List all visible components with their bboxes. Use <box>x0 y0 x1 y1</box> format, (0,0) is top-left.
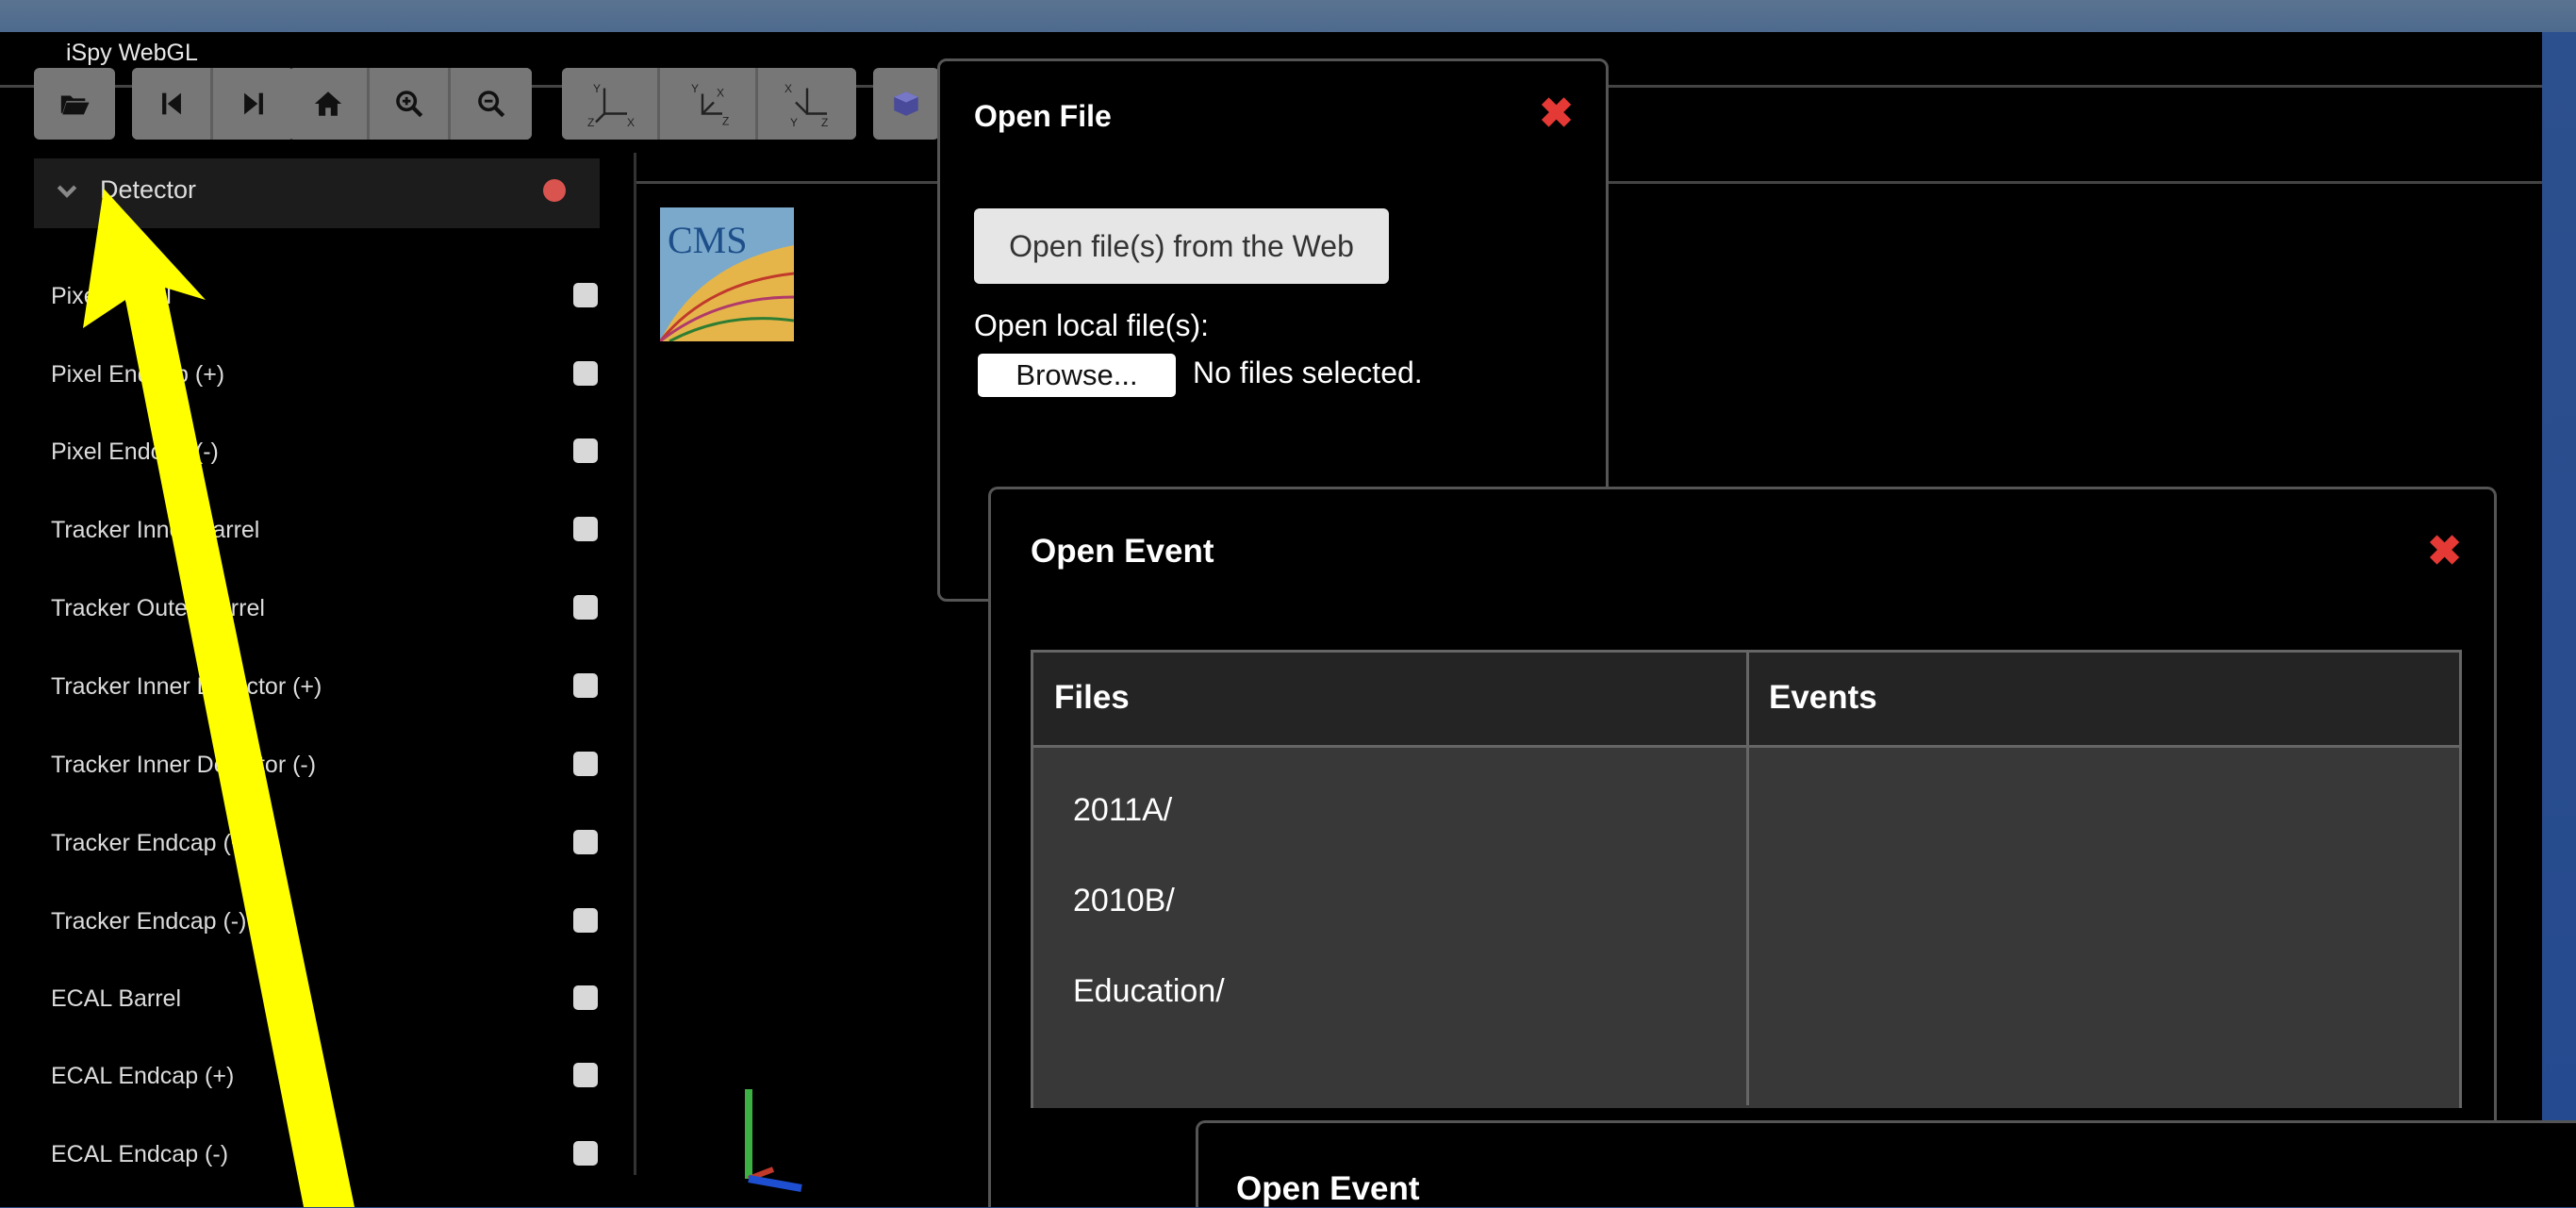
svg-text:Z: Z <box>821 116 828 128</box>
zoom-out-button[interactable] <box>451 68 532 140</box>
sidebar-item-label: Tracker Outer Barrel <box>51 595 265 621</box>
sidebar-item[interactable]: Pixel Endcap (+) <box>51 357 598 395</box>
app-title: iSpy WebGL <box>66 40 198 66</box>
svg-text:Y: Y <box>593 82 601 95</box>
open-event-dialog-2: Open Event <box>1196 1120 2576 1207</box>
sidebar-item-label: Tracker Endcap (-) <box>51 908 247 935</box>
svg-text:Y: Y <box>790 116 798 128</box>
browse-button[interactable]: Browse... <box>978 354 1176 397</box>
visibility-checkbox[interactable] <box>573 361 598 386</box>
sidebar-item[interactable]: ECAL Barrel <box>51 982 598 1019</box>
file-list-item[interactable]: Education/ <box>1073 973 1225 1010</box>
file-list-item[interactable]: 2011A/ <box>1073 792 1172 829</box>
toolbar-group-view <box>289 68 532 140</box>
toolbar-group-nav <box>132 68 294 140</box>
visibility-checkbox[interactable] <box>573 439 598 463</box>
info-icon[interactable] <box>543 179 566 202</box>
sidebar-item-label: Pixel Barrel <box>51 283 172 309</box>
sidebar-item-label: Tracker Inner Detector (-) <box>51 752 317 778</box>
detector-sidebar: Detector Pixel Barrel Pixel Endcap (+) P… <box>0 153 636 1175</box>
zoom-in-button[interactable] <box>370 68 451 140</box>
sidebar-item[interactable]: Tracker Outer Barrel <box>51 591 598 629</box>
sidebar-item[interactable]: Pixel Barrel <box>51 279 598 317</box>
files-column-header: Files <box>1054 679 1130 716</box>
close-icon[interactable]: ✖ <box>1539 90 1574 138</box>
dialog-title: Open Event <box>1236 1170 1420 1207</box>
sidebar-item-label: ECAL Endcap (-) <box>51 1141 229 1167</box>
dialog-title: Open Event <box>1031 533 1214 570</box>
svg-text:X: X <box>784 82 792 95</box>
visibility-checkbox[interactable] <box>573 752 598 776</box>
toolbar-group-file <box>34 68 115 140</box>
view-yx-icon: Y Z X <box>587 82 635 128</box>
view-yx-button[interactable]: Y Z X <box>562 68 660 140</box>
event-browser-table: Files Events 2011A/ 2010B/ Education/ <box>1031 650 2462 1108</box>
open-event-dialog: Open Event ✖ Files Events 2011A/ 2010B/ … <box>988 487 2497 1207</box>
visibility-checkbox[interactable] <box>573 673 598 698</box>
sidebar-item-label: Tracker Endcap (+) <box>51 830 253 856</box>
sidebar-item[interactable]: Tracker Endcap (-) <box>51 904 598 942</box>
home-button[interactable] <box>289 68 370 140</box>
open-from-web-button[interactable]: Open file(s) from the Web <box>974 208 1389 284</box>
svg-text:Z: Z <box>722 115 729 128</box>
files-column <box>1033 653 1749 1105</box>
view-yz-icon: Y X Z <box>691 82 729 128</box>
previous-event-button[interactable] <box>132 68 213 140</box>
view-yz-button[interactable]: Y X Z <box>660 68 758 140</box>
sidebar-item-label: Tracker Inner Barrel <box>51 517 260 543</box>
sidebar-item[interactable]: Tracker Inner Barrel <box>51 513 598 551</box>
local-file-label: Open local file(s): <box>974 308 1209 342</box>
visibility-checkbox[interactable] <box>573 1063 598 1087</box>
file-status-text: No files selected. <box>1193 356 1423 389</box>
sidebar-item[interactable]: Pixel Endcap (-) <box>51 435 598 472</box>
close-icon[interactable]: ✖ <box>2427 527 2462 575</box>
detector-section-header[interactable]: Detector <box>34 158 600 228</box>
sidebar-item[interactable]: Tracker Inner Detector (+) <box>51 670 598 707</box>
cms-logo-text: CMS <box>668 219 748 261</box>
sidebar-item[interactable]: Tracker Inner Detector (-) <box>51 748 598 786</box>
svg-text:X: X <box>717 87 724 100</box>
zoom-in-icon <box>395 91 422 118</box>
axes-gizmo <box>745 1089 802 1192</box>
visibility-checkbox[interactable] <box>573 517 598 541</box>
sidebar-item[interactable]: Tracker Endcap (+) <box>51 826 598 864</box>
home-icon <box>314 91 341 116</box>
visibility-checkbox[interactable] <box>573 985 598 1010</box>
sidebar-item[interactable]: ECAL Endcap (-) <box>51 1137 598 1175</box>
step-forward-icon <box>244 92 263 115</box>
visibility-checkbox[interactable] <box>573 283 598 307</box>
svg-text:X: X <box>627 116 635 128</box>
step-backward-icon <box>161 92 181 115</box>
toolbar-group-3d <box>873 68 939 140</box>
detector-section-label: Detector <box>100 175 197 204</box>
perspective-button[interactable] <box>873 68 939 140</box>
visibility-checkbox[interactable] <box>573 595 598 620</box>
sidebar-item-label: ECAL Barrel <box>51 985 182 1012</box>
sidebar-item-label: Pixel Endcap (-) <box>51 439 219 465</box>
cube-icon <box>894 91 918 116</box>
visibility-checkbox[interactable] <box>573 908 598 933</box>
sidebar-item-label: Tracker Inner Detector (+) <box>51 673 322 700</box>
dialog-title: Open File <box>974 99 1112 133</box>
open-file-button[interactable] <box>34 68 115 140</box>
next-event-button[interactable] <box>213 68 294 140</box>
file-list-item[interactable]: 2010B/ <box>1073 883 1175 919</box>
events-column-header: Events <box>1769 679 1877 716</box>
visibility-checkbox[interactable] <box>573 830 598 854</box>
cms-logo: CMS <box>660 207 794 341</box>
sidebar-item-label: Pixel Endcap (+) <box>51 361 225 388</box>
toolbar-group-axes: Y Z X Y X Z X Y Z <box>562 68 856 140</box>
sidebar-item-label: ECAL Endcap (+) <box>51 1063 235 1089</box>
sidebar-item[interactable]: ECAL Endcap (+) <box>51 1059 598 1097</box>
folder-open-icon <box>60 95 90 115</box>
chevron-down-icon <box>57 185 77 198</box>
svg-text:Y: Y <box>691 82 699 95</box>
visibility-checkbox[interactable] <box>573 1141 598 1166</box>
view-xy-button[interactable]: X Y Z <box>758 68 856 140</box>
view-xy-icon: X Y Z <box>784 82 828 128</box>
zoom-out-icon <box>478 91 505 118</box>
svg-text:Z: Z <box>587 116 594 128</box>
